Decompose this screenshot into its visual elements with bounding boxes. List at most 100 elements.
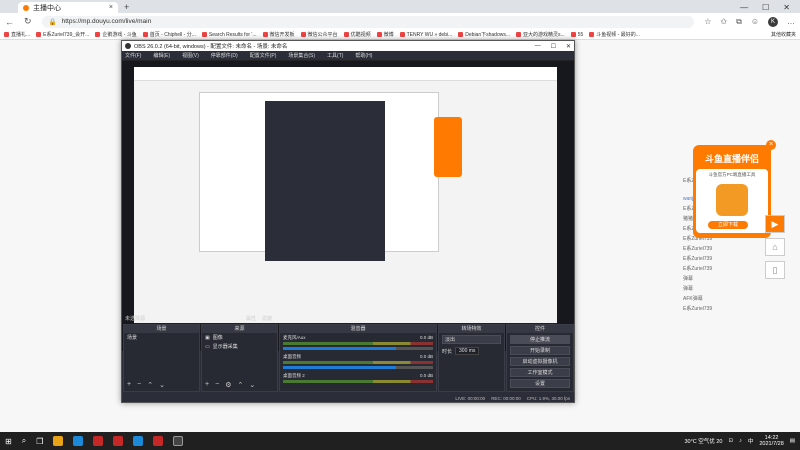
back-icon[interactable]: ← xyxy=(5,17,14,27)
weather-text[interactable]: 30°C 空气优 20 xyxy=(684,437,722,445)
menu-file[interactable]: 文件(F) xyxy=(125,52,141,59)
more-icon[interactable]: … xyxy=(787,17,795,26)
chat-line: 弹幕 xyxy=(683,286,694,292)
obs-source-toolbar: 未选择源 属性 滤镜 xyxy=(122,313,574,323)
chat-line: E系Zuriel739 xyxy=(683,256,713,262)
close-tab-icon[interactable]: × xyxy=(109,4,113,11)
menu-view[interactable]: 视图(V) xyxy=(182,52,199,59)
bookmark-item[interactable]: 直播礼... xyxy=(4,31,30,38)
duration-field[interactable]: 300 ms xyxy=(455,347,480,355)
settings-button[interactable]: 设置 xyxy=(510,379,570,388)
ime-indicator[interactable]: 中 xyxy=(748,437,754,445)
studio-mode-button[interactable]: 工作室模式 xyxy=(510,368,570,377)
transition-select[interactable]: 淡出 xyxy=(442,335,501,344)
obs-minimize-icon[interactable]: — xyxy=(535,43,541,50)
task-view-icon[interactable]: ❒ xyxy=(36,437,43,446)
bookmark-item[interactable]: Search Results for '... xyxy=(201,32,257,38)
source-down-icon[interactable]: ⌄ xyxy=(249,381,255,389)
bookmark-item[interactable]: 斗鱼视频 - 最好的... xyxy=(589,31,640,38)
start-icon[interactable]: ⊞ xyxy=(5,437,12,446)
menu-scene-collection[interactable]: 场景集合(S) xyxy=(288,52,315,59)
mixer-dock-title: 混音器 xyxy=(280,325,436,333)
menu-help[interactable]: 帮助(H) xyxy=(355,52,372,59)
app-icon[interactable] xyxy=(133,436,144,446)
add-scene-icon[interactable]: + xyxy=(127,381,131,389)
obs-taskbar-icon[interactable] xyxy=(173,436,184,446)
menu-profile[interactable]: 配置文件(P) xyxy=(250,52,277,59)
bookmark-item[interactable]: 优酷视频 xyxy=(343,31,371,38)
controls-dock: 控件 停止推流 开始录制 启动虚拟摄像机 工作室模式 设置 xyxy=(506,324,574,392)
promo-download-button[interactable]: 立即下载 xyxy=(708,221,748,229)
app-icon[interactable] xyxy=(93,436,104,446)
bookmark-item[interactable]: 55 xyxy=(570,32,583,38)
remove-scene-icon[interactable]: − xyxy=(137,381,141,389)
promo-title: 斗鱼直播伴侣 xyxy=(704,154,759,164)
play-icon[interactable]: ▶ xyxy=(765,215,785,233)
bookmark-item[interactable]: 首页 - Chiphell - 分... xyxy=(142,31,196,38)
notification-icon[interactable]: ▤ xyxy=(790,438,795,444)
virtual-camera-button[interactable]: 启动虚拟摄像机 xyxy=(510,357,570,366)
source-up-icon[interactable]: ⌃ xyxy=(237,381,243,389)
scene-up-icon[interactable]: ⌃ xyxy=(147,381,153,389)
bookmark-item[interactable]: 微信开发板 xyxy=(262,31,295,38)
browser-tab[interactable]: 主播中心 × xyxy=(18,2,118,13)
collections-icon[interactable]: ⧉ xyxy=(736,17,742,27)
bookmark-item[interactable]: E系Zuriel739_会开... xyxy=(36,31,89,38)
search-icon[interactable]: ⌕ xyxy=(22,436,26,446)
filters-button[interactable]: 滤镜 xyxy=(262,315,272,322)
bookmark-item[interactable]: 微信公众平台 xyxy=(300,31,338,38)
menu-edit[interactable]: 编辑(E) xyxy=(153,52,170,59)
chat-line: E系Zuriel739 xyxy=(683,246,713,252)
source-item[interactable]: ▣ 图像 xyxy=(202,333,277,342)
new-tab-button[interactable]: + xyxy=(124,2,129,13)
home-icon[interactable]: ⌂ xyxy=(765,238,785,256)
properties-button[interactable]: 属性 xyxy=(246,315,256,322)
url-field[interactable]: 🔒 https://mp.douyu.com/live/main xyxy=(41,15,695,28)
bookmark-item[interactable]: 亚大的游戏精灵s... xyxy=(516,31,565,38)
bookmark-item[interactable]: Debian下shadows... xyxy=(458,31,510,38)
close-window-icon[interactable]: ✕ xyxy=(783,2,790,13)
account-avatar[interactable]: K xyxy=(768,16,778,27)
bookmarks-bar: 直播礼... E系Zuriel739_会开... 企鹅游戏 - 斗鱼 首页 - … xyxy=(0,30,800,40)
add-source-icon[interactable]: + xyxy=(205,381,209,389)
obs-close-icon[interactable]: ✕ xyxy=(566,43,571,50)
remove-source-icon[interactable]: − xyxy=(215,381,219,389)
sources-dock-toolbar: + − ⚙ ⌃ ⌄ xyxy=(205,381,255,389)
edge-icon[interactable] xyxy=(73,436,84,446)
browser-toolbar: ☆ ✩ ⧉ ☺ K … xyxy=(704,16,795,27)
channel-db: 0.0 dB xyxy=(419,354,433,359)
volume-slider[interactable] xyxy=(283,366,433,369)
menu-docks[interactable]: 停靠部件(D) xyxy=(211,52,238,59)
start-recording-button[interactable]: 开始录制 xyxy=(510,346,570,355)
profile-icon[interactable]: ☺ xyxy=(751,17,759,26)
bookmark-item[interactable]: TENRY WU » debi... xyxy=(399,32,452,38)
star-icon[interactable]: ☆ xyxy=(704,17,711,26)
promo-close-icon[interactable]: × xyxy=(766,140,776,150)
source-settings-icon[interactable]: ⚙ xyxy=(225,381,231,389)
address-bar-row: ← ↻ 🔒 https://mp.douyu.com/live/main ☆ ✩… xyxy=(0,13,800,30)
source-item[interactable]: ▭ 显示器采集 xyxy=(202,342,277,351)
menu-tools[interactable]: 工具(T) xyxy=(327,52,343,59)
bookmark-item[interactable]: 微博 xyxy=(376,31,394,38)
stop-streaming-button[interactable]: 停止推流 xyxy=(510,335,570,344)
no-source-label: 未选择源 xyxy=(125,315,146,322)
app-icon[interactable] xyxy=(153,436,164,446)
app-icon[interactable] xyxy=(113,436,124,446)
clock[interactable]: 14:22 2021/7/28 xyxy=(759,435,783,447)
favorites-icon[interactable]: ✩ xyxy=(720,17,727,26)
network-icon[interactable]: ⊡ xyxy=(728,438,733,444)
phone-icon[interactable]: ▯ xyxy=(765,261,785,279)
minimize-icon[interactable]: — xyxy=(740,2,748,13)
explorer-icon[interactable] xyxy=(53,436,64,446)
scene-item[interactable]: 场景 xyxy=(124,333,199,342)
douyu-favicon-icon xyxy=(23,4,29,11)
volume-icon[interactable]: ♪ xyxy=(739,438,742,444)
scene-down-icon[interactable]: ⌄ xyxy=(159,381,165,389)
bookmark-item[interactable]: 企鹅游戏 - 斗鱼 xyxy=(95,31,137,38)
obs-maximize-icon[interactable]: ☐ xyxy=(551,43,556,50)
obs-preview[interactable] xyxy=(122,61,574,351)
maximize-icon[interactable]: ☐ xyxy=(762,2,769,13)
refresh-icon[interactable]: ↻ xyxy=(24,16,32,27)
volume-slider[interactable] xyxy=(283,347,433,350)
other-bookmarks[interactable]: 其他收藏夹 xyxy=(771,31,800,38)
